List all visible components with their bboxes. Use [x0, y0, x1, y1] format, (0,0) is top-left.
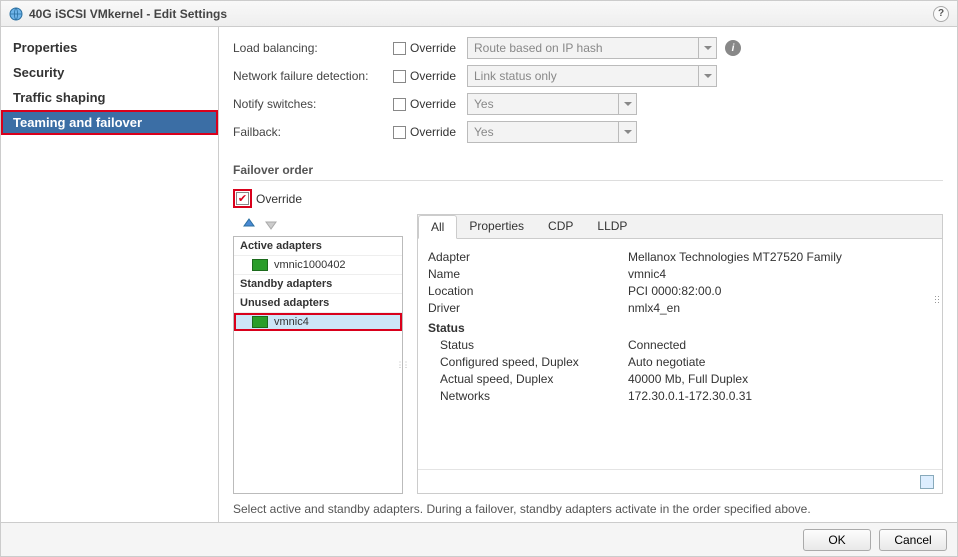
title-bar: 40G iSCSI VMkernel - Edit Settings ? — [1, 1, 957, 27]
label-failure-detection: Network failure detection: — [233, 69, 393, 83]
resize-handle-icon[interactable]: ⋮⋮ — [396, 361, 408, 370]
move-up-button[interactable] — [241, 216, 257, 232]
network-globe-icon — [9, 7, 23, 21]
dropdown-load-balancing[interactable]: Route based on IP hash — [467, 37, 717, 59]
dialog-footer: OK Cancel — [1, 522, 957, 556]
tab-properties[interactable]: Properties — [457, 215, 536, 238]
adapter-row-vmnic4[interactable]: vmnic4 — [234, 313, 402, 331]
detail-body: AdapterMellanox Technologies MT27520 Fam… — [418, 239, 942, 469]
checkbox-icon — [393, 70, 406, 83]
help-icon[interactable]: ? — [933, 6, 949, 22]
detail-tabs: All Properties CDP LLDP — [418, 215, 942, 239]
window-title: 40G iSCSI VMkernel - Edit Settings — [29, 7, 227, 21]
override-notify-switches[interactable]: Override — [393, 97, 467, 111]
nic-icon — [252, 316, 268, 328]
chevron-down-icon — [618, 122, 636, 142]
ok-button[interactable]: OK — [803, 529, 871, 551]
tab-lldp[interactable]: LLDP — [585, 215, 639, 238]
override-load-balancing[interactable]: Override — [393, 41, 467, 55]
sidebar-item-properties[interactable]: Properties — [1, 35, 218, 60]
cancel-button[interactable]: Cancel — [879, 529, 947, 551]
nic-icon — [252, 259, 268, 271]
move-down-button[interactable] — [263, 216, 279, 232]
tab-cdp[interactable]: CDP — [536, 215, 585, 238]
sidebar-item-security[interactable]: Security — [1, 60, 218, 85]
adapter-list: Active adapters vmnic1000402 Standby ada… — [233, 236, 403, 494]
settings-sidebar: Properties Security Traffic shaping Team… — [1, 27, 219, 522]
chevron-down-icon — [618, 94, 636, 114]
info-icon[interactable]: i — [725, 40, 741, 56]
category-standby-adapters: Standby adapters — [234, 275, 402, 294]
checkbox-icon — [393, 98, 406, 111]
override-failover-label: Override — [256, 192, 302, 206]
checkbox-icon — [393, 42, 406, 55]
checkbox-icon — [393, 126, 406, 139]
failover-order-header: Failover order — [233, 157, 943, 181]
tab-all[interactable]: All — [418, 215, 457, 239]
label-notify-switches: Notify switches: — [233, 97, 393, 111]
checkbox-checked-icon: ✔ — [236, 192, 249, 205]
override-failover-order[interactable]: ✔ — [233, 189, 252, 208]
copy-icon[interactable] — [920, 475, 934, 489]
label-failback: Failback: — [233, 125, 393, 139]
adapter-row-vmnic1000402[interactable]: vmnic1000402 — [234, 256, 402, 275]
override-failure-detection[interactable]: Override — [393, 69, 467, 83]
sidebar-item-traffic-shaping[interactable]: Traffic shaping — [1, 85, 218, 110]
chevron-down-icon — [698, 66, 716, 86]
label-load-balancing: Load balancing: — [233, 41, 393, 55]
chevron-down-icon — [698, 38, 716, 58]
failover-hint-text: Select active and standby adapters. Duri… — [233, 502, 943, 516]
adapter-detail-panel: All Properties CDP LLDP AdapterMellanox … — [417, 214, 943, 494]
category-active-adapters: Active adapters — [234, 237, 402, 256]
adapter-order-panel: Active adapters vmnic1000402 Standby ada… — [233, 214, 403, 494]
scroll-handle-icon[interactable]: ······ — [934, 295, 940, 304]
status-header: Status — [428, 321, 932, 335]
dropdown-failure-detection[interactable]: Link status only — [467, 65, 717, 87]
dropdown-notify-switches[interactable]: Yes — [467, 93, 637, 115]
category-unused-adapters: Unused adapters — [234, 294, 402, 313]
content-area: Load balancing: Override Route based on … — [219, 27, 957, 522]
dropdown-failback[interactable]: Yes — [467, 121, 637, 143]
sidebar-item-teaming-failover[interactable]: Teaming and failover — [1, 110, 218, 135]
override-failback[interactable]: Override — [393, 125, 467, 139]
